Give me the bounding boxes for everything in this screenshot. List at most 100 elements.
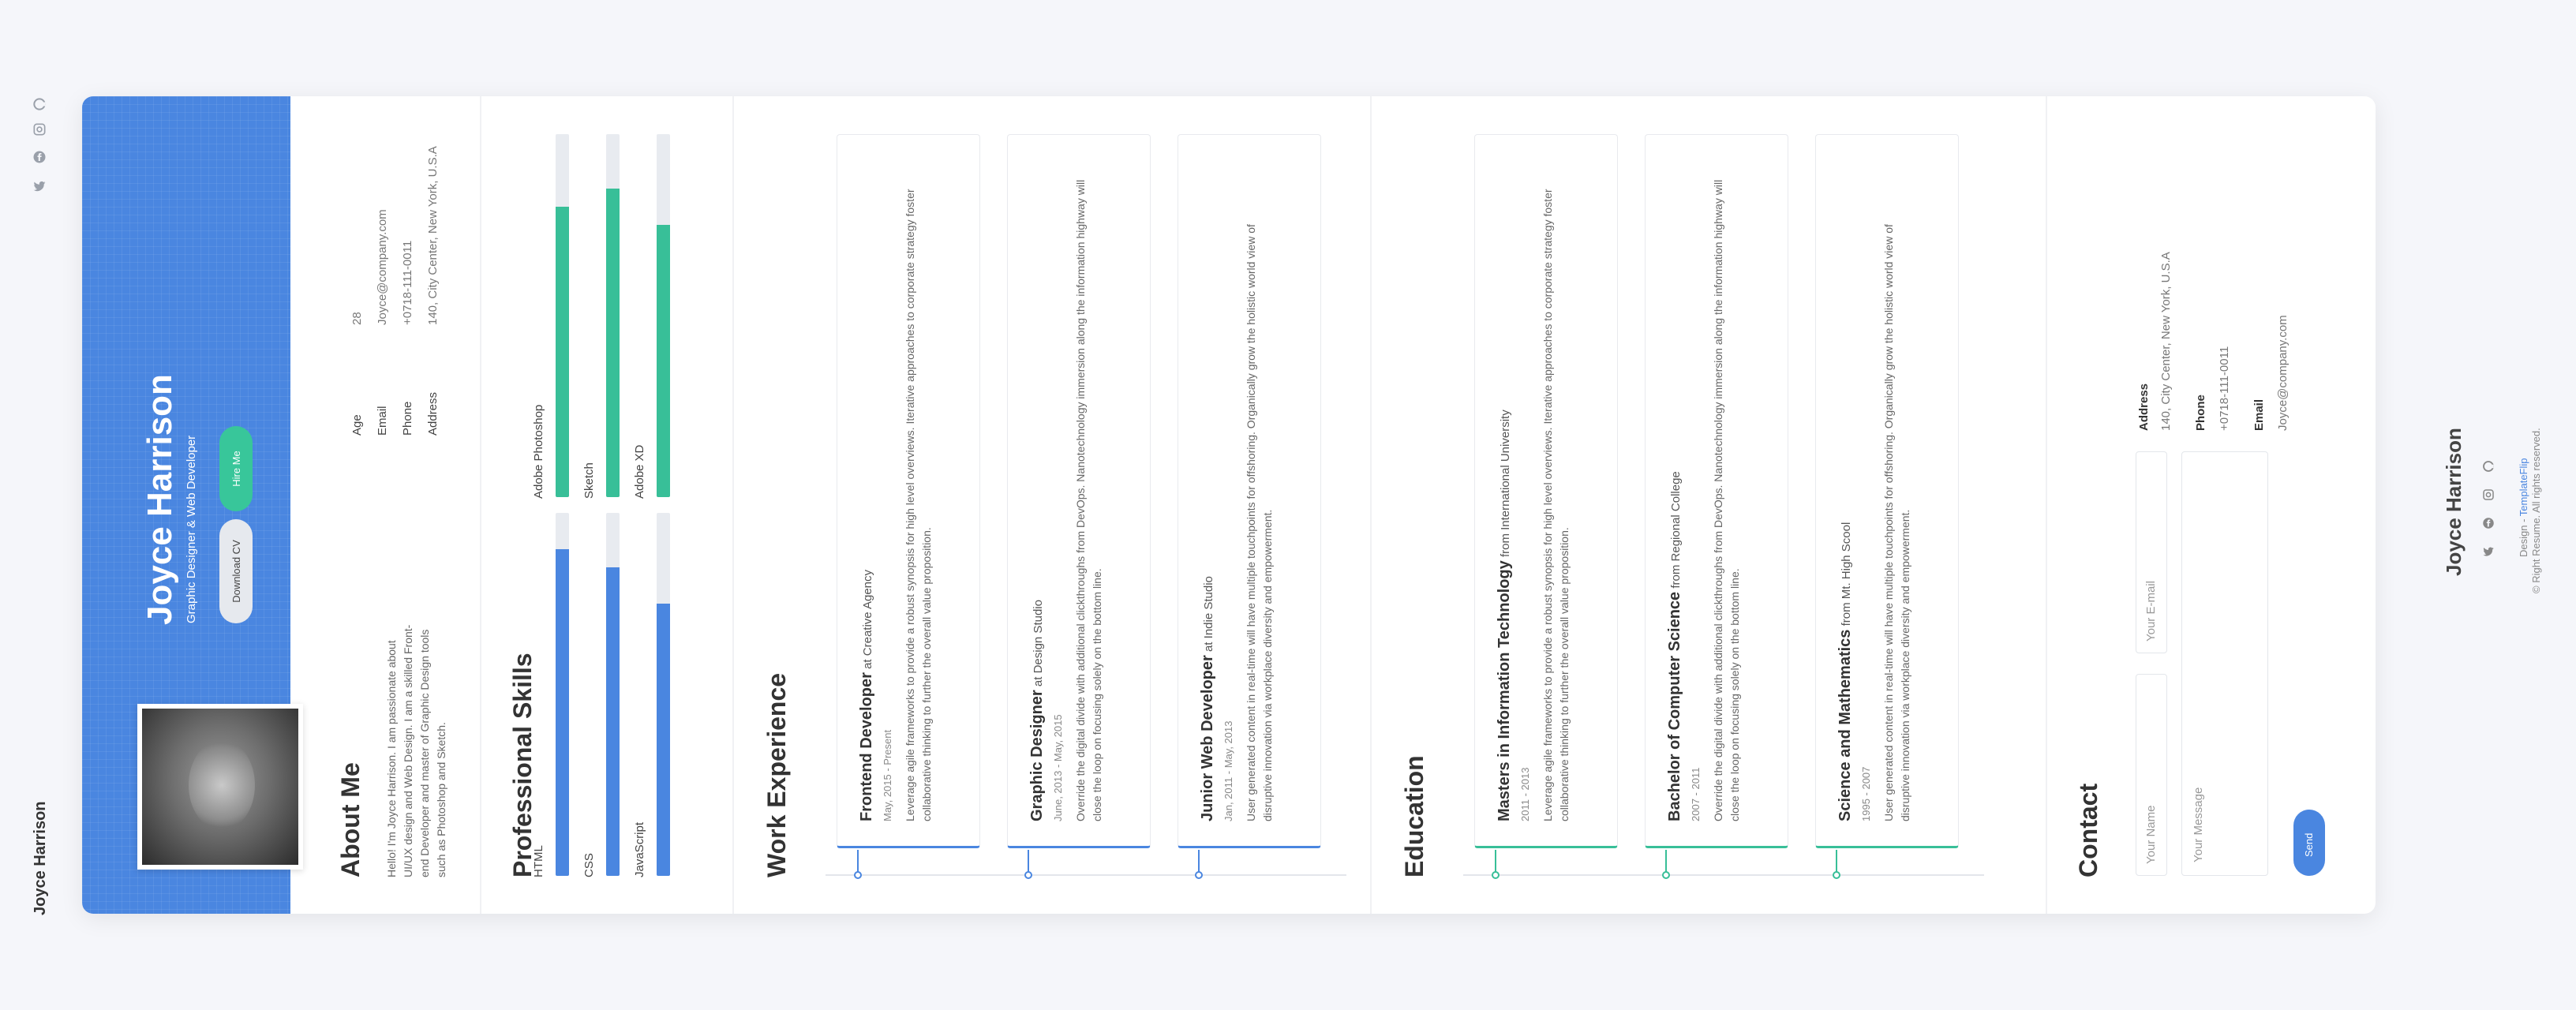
info-value-address: 140, City Center, New York, U.S.A	[426, 146, 440, 325]
education-description: Leverage agile frameworks to provide a r…	[1541, 189, 1571, 821]
section-divider	[2046, 96, 2047, 914]
instagram-icon[interactable]	[30, 120, 49, 139]
timeline-node	[1024, 871, 1032, 879]
contact-title: Contact	[2074, 783, 2102, 877]
phone-value: +0718-111-0011	[2218, 346, 2231, 431]
message-textarea[interactable]: Your Message	[2181, 451, 2268, 876]
skill-bar-fill	[556, 207, 569, 497]
hire-me-button[interactable]: Hire Me	[219, 426, 253, 511]
section-divider	[732, 96, 734, 914]
skill-bar-track	[657, 134, 670, 497]
timeline-connector	[1198, 850, 1200, 872]
skill-label: Sketch	[582, 462, 596, 499]
education-role: Science and Mathematics	[1837, 629, 1854, 821]
work-role: Frontend Developer	[858, 672, 875, 821]
timeline-node	[854, 871, 862, 879]
education-role: Masters in Information Technology	[1496, 560, 1513, 821]
info-value-age: 28	[350, 312, 364, 325]
name-input[interactable]: Your Name	[2136, 674, 2167, 876]
skills-title: Professional Skills	[508, 653, 537, 877]
work-title: Graphic Designer at Design Studio	[1028, 600, 1046, 821]
skill-bar-track	[556, 134, 569, 497]
skill-bar-fill	[556, 549, 569, 876]
work-title: Frontend Developer at Creative Agency	[858, 570, 876, 821]
info-label-address: Address	[426, 391, 440, 436]
skill-label: CSS	[582, 853, 596, 877]
work-preposition: at	[861, 659, 874, 669]
address-value: 140, City Center, New York, U.S.A	[2159, 252, 2173, 431]
work-card: Frontend Developer at Creative Agency May…	[837, 134, 980, 848]
work-org-name: Indie Studio	[1202, 576, 1215, 639]
name-placeholder: Your Name	[2144, 805, 2158, 865]
footer-name: Joyce Harrison	[2442, 428, 2466, 576]
section-divider	[1370, 96, 1372, 914]
work-description: Leverage agile frameworks to provide a r…	[904, 189, 933, 821]
education-card: Bachelor of Computer Science from Region…	[1645, 134, 1788, 848]
twitter-icon[interactable]	[2480, 543, 2497, 560]
resume-card: Joyce Harrison Graphic Designer & Web De…	[82, 96, 2376, 914]
education-org: from Regional College	[1669, 471, 1683, 592]
footer-design: Design - TemplateFlip	[2518, 458, 2529, 558]
education-date: 1995 - 2007	[1860, 766, 1872, 821]
email-placeholder: Your E-mail	[2144, 581, 2158, 642]
education-description: Override the digital divide with additio…	[1712, 179, 1741, 821]
work-role: Junior Web Developer	[1199, 655, 1216, 821]
info-value-phone: +0718-111-0011	[401, 240, 414, 325]
send-button[interactable]: Send	[2293, 810, 2325, 876]
work-org: at Indie Studio	[1202, 576, 1215, 655]
facebook-icon[interactable]	[30, 148, 49, 166]
education-card: Science and Mathematics from Mt. High Sc…	[1815, 134, 1959, 848]
education-org: from Mt. High Scool	[1840, 522, 1853, 630]
work-card: Graphic Designer at Design Studio June, 2…	[1007, 134, 1151, 848]
education-role: Bachelor of Computer Science	[1666, 591, 1683, 821]
work-org: at Creative Agency	[861, 570, 874, 672]
work-org-name: Design Studio	[1032, 600, 1045, 674]
skill-bar-track	[606, 134, 620, 497]
work-timeline	[826, 874, 1346, 876]
facebook-icon[interactable]	[2480, 514, 2497, 532]
skill-label: Adobe XD	[633, 444, 646, 499]
email-label: Email	[2252, 398, 2266, 431]
education-title: Masters in Information Technology from I…	[1496, 410, 1514, 821]
skill-bar-fill	[657, 225, 670, 497]
chat-icon[interactable]	[30, 95, 49, 114]
work-description: User generated content in real-time will…	[1245, 224, 1274, 821]
skill-label: Adobe Photoshop	[532, 404, 545, 499]
rail-name: Joyce Harrison	[32, 801, 49, 915]
email-value: Joyce@company.com	[2276, 315, 2290, 431]
work-title: Work Experience	[762, 672, 791, 877]
work-date: May, 2015 - Present	[882, 729, 893, 821]
work-org: at Design Studio	[1032, 600, 1045, 690]
skill-bar-fill	[606, 567, 620, 876]
work-date: Jan, 2011 - May, 2013	[1222, 720, 1234, 821]
skill-label: HTML	[532, 845, 545, 877]
education-description: User generated content in real-time will…	[1882, 224, 1911, 821]
timeline-connector	[1028, 850, 1029, 872]
about-title: About Me	[336, 762, 365, 877]
instagram-icon[interactable]	[2480, 486, 2497, 503]
address-label: Address	[2137, 383, 2151, 431]
download-cv-button[interactable]: Download CV	[219, 519, 253, 623]
send-label: Send	[2303, 832, 2315, 857]
work-date: June, 2013 - May, 2015	[1052, 714, 1064, 821]
work-role: Graphic Designer	[1028, 690, 1046, 821]
chat-icon[interactable]	[2480, 458, 2497, 475]
twitter-icon[interactable]	[30, 177, 49, 196]
phone-label: Phone	[2194, 395, 2207, 431]
education-title: Science and Mathematics from Mt. High Sc…	[1837, 522, 1855, 821]
work-preposition: at	[1202, 642, 1215, 653]
education-preposition: from	[1499, 533, 1512, 558]
templateflip-link[interactable]: TemplateFlip	[2518, 458, 2529, 517]
skill-bar-fill	[606, 189, 620, 497]
work-title: Junior Web Developer at Indie Studio	[1199, 576, 1217, 821]
footer-design-prefix: Design -	[2518, 516, 2529, 557]
email-input[interactable]: Your E-mail	[2136, 451, 2167, 653]
skill-bar-fill	[657, 604, 670, 876]
skill-bar-track	[556, 513, 569, 876]
education-org-name: Mt. High Scool	[1840, 522, 1853, 600]
education-org-name: International University	[1499, 410, 1512, 530]
work-preposition: at	[1032, 676, 1045, 687]
education-card: Masters in Information Technology from I…	[1474, 134, 1618, 848]
timeline-connector	[1836, 850, 1837, 872]
education-title: Education	[1400, 755, 1428, 877]
